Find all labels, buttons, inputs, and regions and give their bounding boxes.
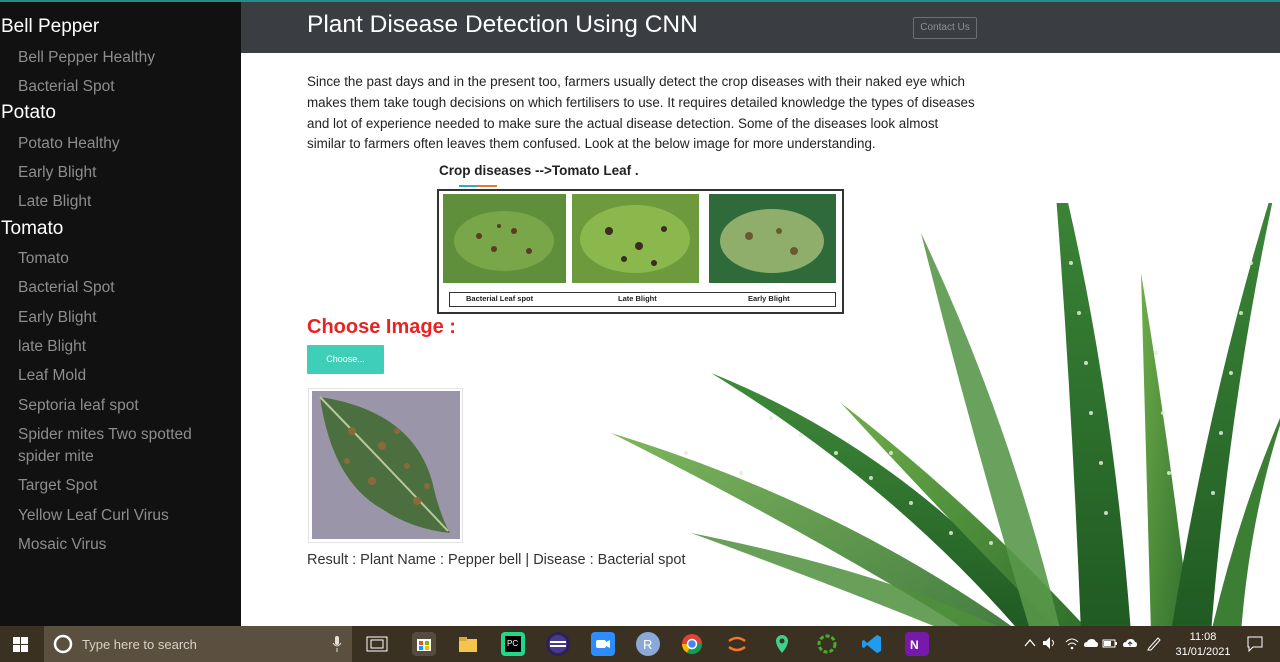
show-hidden-icons-chevron-icon[interactable]: [1024, 638, 1036, 648]
choose-file-button[interactable]: Choose...: [307, 345, 384, 374]
sidebar-item-tomato-spider-mites[interactable]: Spider mites Two spotted spider mite: [18, 424, 238, 468]
microphone-icon[interactable]: [332, 636, 342, 652]
wifi-icon[interactable]: [1064, 636, 1080, 650]
prediction-result: Result : Plant Name : Pepper bell | Dise…: [307, 552, 686, 568]
cloud-sync-icon[interactable]: [1122, 636, 1138, 650]
sidebar-item-tomato-target-spot[interactable]: Target Spot: [18, 475, 238, 497]
choose-image-label: Choose Image :: [307, 316, 456, 338]
sidebar-category-bell-pepper[interactable]: Bell Pepper: [1, 16, 99, 38]
zoom-icon[interactable]: [591, 632, 615, 656]
maps-pin-icon[interactable]: [770, 632, 794, 656]
pen-workspace-icon[interactable]: [1146, 635, 1162, 651]
file-explorer-icon[interactable]: [456, 632, 480, 656]
clock-time: 11:08: [1189, 631, 1217, 643]
sidebar-item-potato-early-blight[interactable]: Early Blight: [18, 162, 238, 184]
sidebar-item-bell-pepper-bacterial-spot[interactable]: Bacterial Spot: [18, 76, 238, 98]
figure-frame: Bacterial Leaf spot Late Blight Early Bl…: [437, 189, 844, 314]
clock-date: 31/01/2021: [1175, 646, 1231, 658]
sidebar-item-tomato-early-blight[interactable]: Early Blight: [18, 307, 238, 329]
svg-text:N: N: [910, 638, 919, 652]
leaf-photos: [443, 194, 836, 283]
onenote-icon[interactable]: N: [905, 632, 929, 656]
battery-icon[interactable]: [1102, 636, 1118, 650]
task-view-icon[interactable]: [366, 635, 388, 653]
caption-late-blight: Late Blight: [618, 294, 657, 303]
tomato-leaf-diseases-figure: Crop diseases -->Tomato Leaf . Bacterial…: [437, 163, 844, 314]
svg-text:PC: PC: [507, 639, 518, 648]
contact-us-button[interactable]: Contact Us: [913, 17, 977, 39]
sidebar-item-tomato-septoria-leaf-spot[interactable]: Septoria leaf spot: [18, 395, 238, 417]
sidebar-item-tomato-bacterial-spot[interactable]: Bacterial Spot: [18, 277, 238, 299]
svg-text:R: R: [643, 637, 652, 652]
sidebar-item-potato-healthy[interactable]: Potato Healthy: [18, 133, 238, 155]
cortana-icon: [53, 634, 73, 654]
jupyter-icon[interactable]: [725, 632, 749, 656]
sidebar-item-tomato-yellow-leaf-curl-virus[interactable]: Yellow Leaf Curl Virus: [18, 505, 238, 527]
taskbar-search-box[interactable]: Type here to search: [44, 626, 352, 662]
sidebar-category-potato[interactable]: Potato: [1, 102, 56, 124]
anaconda-icon[interactable]: [815, 632, 839, 656]
r-language-icon[interactable]: R: [636, 632, 660, 656]
vscode-icon[interactable]: [860, 632, 884, 656]
sidebar: Bell Pepper Bell Pepper Healthy Bacteria…: [0, 2, 241, 626]
sidebar-item-tomato-leaf-mold[interactable]: Leaf Mold: [18, 365, 238, 387]
taskbar-clock[interactable]: 11:08 31/01/2021: [1168, 630, 1238, 660]
uploaded-image-preview: [308, 388, 463, 543]
eclipse-icon[interactable]: [546, 632, 570, 656]
sidebar-category-tomato[interactable]: Tomato: [1, 218, 63, 240]
sidebar-item-potato-late-blight[interactable]: Late Blight: [18, 191, 238, 213]
windows-start-icon[interactable]: [13, 637, 28, 652]
sidebar-item-tomato-late-blight[interactable]: late Blight: [18, 336, 238, 358]
caption-bacterial-leaf-spot: Bacterial Leaf spot: [466, 294, 534, 303]
figure-title-underline: [459, 185, 497, 187]
windows-taskbar: Type here to search PC R N 11:08 31/01/2…: [0, 626, 1280, 662]
sidebar-item-tomato[interactable]: Tomato: [18, 248, 238, 270]
figure-title: Crop diseases -->Tomato Leaf .: [439, 163, 639, 178]
sidebar-item-tomato-mosaic-virus[interactable]: Mosaic Virus: [18, 534, 238, 556]
page-header: Plant Disease Detection Using CNN Contac…: [241, 2, 1280, 53]
chrome-icon[interactable]: [680, 632, 704, 656]
main-content: Since the past days and in the present t…: [241, 53, 1280, 626]
caption-early-blight: Early Blight: [748, 294, 790, 303]
figure-captions: Bacterial Leaf spot Late Blight Early Bl…: [449, 292, 836, 307]
pepper-leaf-image: [312, 391, 460, 539]
intro-paragraph: Since the past days and in the present t…: [307, 74, 975, 152]
onedrive-cloud-icon[interactable]: [1083, 636, 1099, 650]
page-title: Plant Disease Detection Using CNN: [307, 11, 698, 38]
search-placeholder: Type here to search: [82, 637, 197, 652]
pycharm-icon[interactable]: PC: [501, 632, 525, 656]
sidebar-item-bell-pepper-healthy[interactable]: Bell Pepper Healthy: [18, 47, 238, 69]
microsoft-store-icon[interactable]: [412, 632, 436, 656]
notifications-icon[interactable]: [1247, 636, 1263, 652]
volume-icon[interactable]: [1042, 636, 1058, 650]
